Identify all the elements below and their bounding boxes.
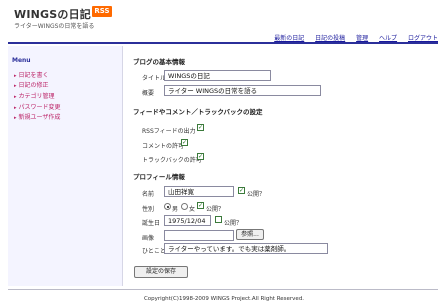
birthday-public-checkbox[interactable]	[215, 216, 222, 223]
comment-allow-checkbox[interactable]: ✓	[181, 139, 188, 146]
birthday-public-label: 公開？	[224, 220, 243, 227]
nav-admin[interactable]: 管理	[356, 35, 368, 42]
image-label: 画像	[142, 235, 155, 242]
sidebar-item-write-diary[interactable]: 日記を書く	[14, 70, 49, 79]
name-label: 名前	[142, 191, 155, 198]
rss-output-label: RSSフィードの出力	[142, 128, 196, 135]
rss-badge[interactable]: RSS	[92, 6, 112, 17]
sidebar-heading: Menu	[12, 57, 31, 64]
browse-button[interactable]: 参照...	[236, 229, 264, 240]
image-file-input[interactable]	[164, 230, 234, 241]
header-divider	[8, 42, 438, 44]
message-label: ひとこと	[142, 248, 166, 255]
save-settings-button[interactable]: 設定の保存	[134, 266, 188, 278]
site-title[interactable]: WINGSの日記	[14, 6, 91, 22]
name-input[interactable]: 山田祥寛	[164, 186, 234, 197]
basic-info-heading: ブログの基本情報	[133, 58, 185, 66]
gender-female-radio[interactable]	[181, 203, 188, 210]
sidebar-item-edit-diary[interactable]: 日記の修正	[14, 80, 49, 89]
birthday-input[interactable]: 1975/12/04	[164, 215, 211, 226]
gender-label: 性別	[142, 206, 155, 213]
summary-label: 概要	[142, 90, 155, 97]
nav-latest-diary[interactable]: 最新の日記	[274, 35, 304, 42]
name-public-checkbox[interactable]: ✓	[238, 187, 245, 194]
copyright-text: Copyright(C)1998-2009 WINGS Project.All …	[143, 296, 305, 302]
blog-title-input[interactable]: WINGSの日記	[164, 70, 271, 81]
gender-male-radio[interactable]	[164, 203, 171, 210]
top-navigation: 最新の日記 日記の投稿 管理 ヘルプ ログアウト	[265, 33, 438, 42]
footer-divider	[8, 289, 438, 290]
gender-public-checkbox[interactable]: ✓	[197, 202, 204, 209]
trackback-allow-checkbox[interactable]: ✓	[197, 153, 204, 160]
nav-logout[interactable]: ログアウト	[408, 35, 438, 42]
trackback-allow-label: トラックバックの許可	[142, 157, 202, 164]
gender-male-label: 男	[172, 206, 179, 213]
rss-output-checkbox[interactable]: ✓	[197, 124, 204, 131]
gender-public-label: 公開？	[206, 206, 225, 213]
message-input[interactable]: ライターやっています。でも実は薬剤師。	[164, 243, 328, 254]
name-public-label: 公開？	[247, 191, 266, 198]
feed-settings-heading: フィードやコメント／トラックバックの設定	[133, 108, 263, 116]
site-tagline: ライターWINGSの日常を語る	[14, 23, 95, 30]
nav-help[interactable]: ヘルプ	[379, 35, 397, 42]
profile-heading: プロフィール情報	[133, 173, 185, 181]
nav-post-diary[interactable]: 日記の投稿	[315, 35, 345, 42]
sidebar-item-create-user[interactable]: 新規ユーザ作成	[14, 112, 61, 121]
sidebar-item-category-admin[interactable]: カテゴリ管理	[14, 91, 55, 100]
gender-female-label: 女	[189, 206, 196, 213]
comment-allow-label: コメントの許可	[142, 143, 185, 150]
birthday-label: 誕生日	[142, 220, 161, 227]
blog-summary-input[interactable]: ライター WINGSの日常を語る	[164, 85, 321, 96]
title-label: タイトル	[142, 75, 167, 82]
sidebar-item-change-password[interactable]: パスワード変更	[14, 102, 61, 111]
